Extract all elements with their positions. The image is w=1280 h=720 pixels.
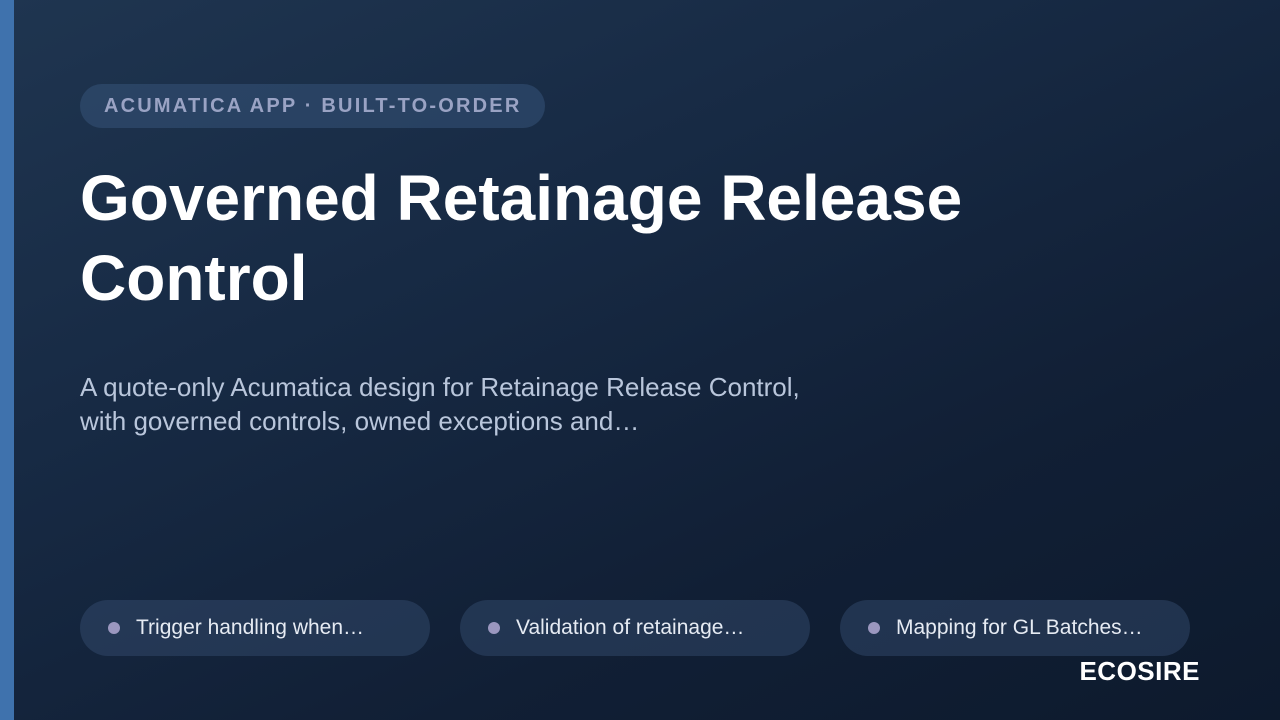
- brand-logo-text: ECOSIRE: [1079, 656, 1200, 686]
- feature-chip-trigger: Trigger handling when…: [80, 600, 430, 656]
- page-subtitle: A quote-only Acumatica design for Retain…: [80, 370, 860, 438]
- bullet-dot-icon: [108, 622, 120, 634]
- feature-chip-mapping: Mapping for GL Batches…: [840, 600, 1190, 656]
- page-title: Governed Retainage Release Control: [80, 162, 963, 314]
- feature-chips: Trigger handling when… Validation of ret…: [80, 600, 1190, 656]
- subtitle-line-1: A quote-only Acumatica design for Retain…: [80, 372, 800, 402]
- feature-chip-label: Trigger handling when…: [136, 616, 365, 639]
- bullet-dot-icon: [868, 622, 880, 634]
- feature-chip-validation: Validation of retainage…: [460, 600, 810, 656]
- left-accent-bar: [0, 0, 14, 720]
- eyebrow-label: ACUMATICA APP · BUILT-TO-ORDER: [104, 94, 522, 117]
- feature-chip-label: Mapping for GL Batches…: [896, 616, 1143, 639]
- bullet-dot-icon: [488, 622, 500, 634]
- eyebrow-pill: ACUMATICA APP · BUILT-TO-ORDER: [80, 84, 546, 128]
- subtitle-line-2: with governed controls, owned exceptions…: [80, 406, 640, 436]
- feature-chip-label: Validation of retainage…: [516, 616, 745, 639]
